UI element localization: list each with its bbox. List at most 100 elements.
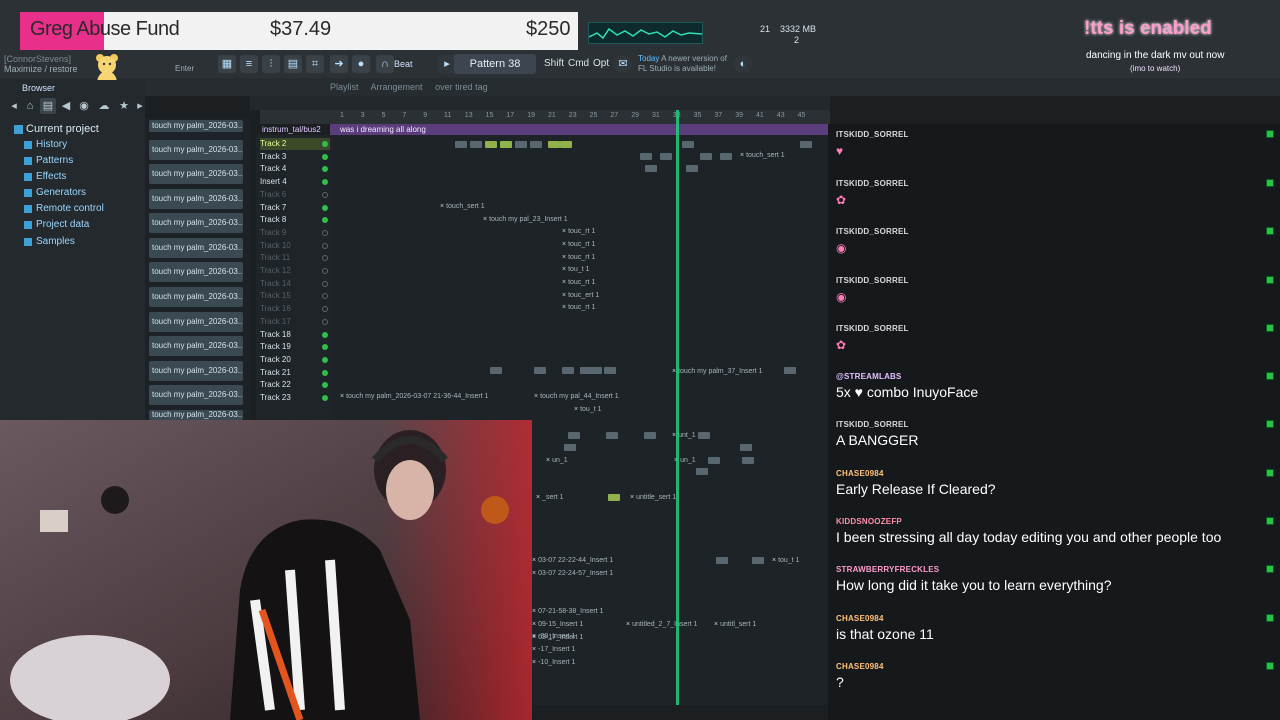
playlist-clip[interactable]: × -17_Insert 1 (532, 646, 575, 654)
clip-close-icon[interactable]: × (483, 216, 487, 223)
pattern-clip[interactable] (752, 557, 764, 564)
playlist-clip[interactable]: × tou_t 1 (574, 406, 602, 414)
clip-close-icon[interactable]: × (714, 621, 718, 628)
pattern-clip[interactable] (530, 141, 542, 148)
clip-close-icon[interactable]: × (626, 621, 630, 628)
clip-close-icon[interactable]: × (574, 406, 578, 413)
pattern-clip[interactable] (564, 444, 576, 451)
playlist-clip[interactable]: ×un_1 (546, 457, 568, 465)
clip-close-icon[interactable]: × (562, 228, 566, 235)
clip-close-icon[interactable]: × (532, 646, 536, 653)
pattern-clip[interactable] (644, 432, 656, 439)
playlist-clip[interactable]: × tou_t 1 (772, 557, 800, 565)
pattern-clip[interactable] (485, 141, 497, 148)
pattern-clip[interactable] (716, 557, 728, 564)
chat-message: ITSKIDD_SORREL ✿ (836, 179, 1274, 207)
pattern-clip[interactable] (604, 367, 616, 374)
playlist-clip[interactable]: × tou_t 1 (562, 266, 590, 274)
clip-close-icon[interactable]: × (562, 241, 566, 248)
pattern-clip[interactable] (455, 141, 467, 148)
pattern-clip[interactable] (534, 367, 546, 374)
pattern-clip[interactable] (562, 367, 574, 374)
playlist-clip[interactable]: × _sert 1 (536, 494, 564, 502)
pattern-clip[interactable] (686, 165, 698, 172)
clip-close-icon[interactable]: × (546, 457, 550, 464)
playlist-clip[interactable]: × 09-15_Insert 1 (532, 621, 583, 629)
pattern-clip[interactable] (698, 432, 710, 439)
playlist-clip[interactable]: × touc_ert 1 (562, 292, 599, 300)
playlist-clip[interactable]: × touch my pal_23_Insert 1 (483, 216, 568, 224)
pattern-clip[interactable] (682, 141, 694, 148)
playhead[interactable] (676, 110, 679, 705)
playlist-clip[interactable]: × touc_rt 1 (562, 279, 595, 287)
pattern-clip[interactable] (515, 141, 527, 148)
clip-close-icon[interactable]: × (532, 570, 536, 577)
pattern-clip[interactable] (560, 141, 572, 148)
pattern-clip[interactable] (645, 165, 657, 172)
clip-close-icon[interactable]: × (562, 279, 566, 286)
playlist-clip[interactable]: × 03-07 22-22-44_Insert 1 (532, 557, 613, 565)
playlist-clip[interactable]: × touc_rt 1 (562, 254, 595, 262)
clip-label: touch_sert 1 (446, 203, 485, 210)
clip-label: tou_t 1 (580, 406, 602, 413)
clip-close-icon[interactable]: × (532, 633, 536, 640)
flower-emote-icon: ✿ (836, 338, 847, 352)
pattern-clip[interactable] (568, 432, 580, 439)
pattern-clip[interactable] (742, 457, 754, 464)
clip-close-icon[interactable]: × (440, 203, 444, 210)
clip-label: tou_t 1 (568, 266, 590, 273)
pattern-clip[interactable] (590, 367, 602, 374)
clip-close-icon[interactable]: × (532, 659, 536, 666)
playlist-clip[interactable]: × touch_sert 1 (440, 203, 485, 211)
clip-close-icon[interactable]: × (740, 152, 744, 159)
pattern-clip[interactable] (470, 141, 482, 148)
pattern-clip[interactable] (640, 153, 652, 160)
playlist-clip[interactable]: × touch my palm_37_Insert 1 (672, 368, 763, 376)
pattern-clip[interactable] (740, 444, 752, 451)
playlist-clip[interactable]: × 03-07 22-24-57_Insert 1 (532, 570, 613, 578)
tts-banner: !tts is enabled (1084, 18, 1212, 39)
clip-close-icon[interactable]: × (532, 557, 536, 564)
clip-close-icon[interactable]: × (772, 557, 776, 564)
pattern-clip[interactable] (500, 141, 512, 148)
playlist-clip[interactable]: × touc_rt 1 (562, 241, 595, 249)
clip-close-icon[interactable]: × (562, 304, 566, 311)
pattern-clip[interactable] (490, 367, 502, 374)
pattern-clip[interactable] (606, 432, 618, 439)
pattern-clip[interactable] (548, 141, 560, 148)
moderator-badge-icon (1266, 662, 1274, 670)
playlist-clip[interactable]: × 07-21-58-38_Insert 1 (532, 608, 603, 616)
pattern-clip[interactable] (708, 457, 720, 464)
clip-label: un_1 (680, 457, 696, 464)
pattern-clip[interactable] (660, 153, 672, 160)
clip-close-icon[interactable]: × (536, 494, 540, 501)
playlist-clip[interactable]: × touc_rt 1 (562, 228, 595, 236)
pattern-clip[interactable] (608, 494, 620, 501)
clip-close-icon[interactable]: × (562, 292, 566, 299)
moderator-badge-icon (1266, 276, 1274, 284)
clip-close-icon[interactable]: × (532, 608, 536, 615)
playlist-clip[interactable]: × -10_Insert 1 (532, 659, 575, 667)
playlist-clip[interactable]: × touch my pal_44_Insert 1 (534, 393, 619, 401)
playlist-clip[interactable]: × touc_rt 1 (562, 304, 595, 312)
playlist-clip[interactable]: × -38_Insert 1 (532, 633, 575, 641)
clip-close-icon[interactable]: × (532, 621, 536, 628)
clip-close-icon[interactable]: × (534, 393, 538, 400)
pattern-clip[interactable] (800, 141, 812, 148)
clip-close-icon[interactable]: × (562, 254, 566, 261)
clip-close-icon[interactable]: × (340, 393, 344, 400)
clip-label: 09-15_Insert 1 (538, 621, 584, 628)
playlist-clip[interactable]: × touch_sert 1 (740, 152, 785, 160)
playlist-clip[interactable]: × untitled_2_7_Insert 1 (626, 621, 697, 629)
pattern-clip[interactable] (784, 367, 796, 374)
clip-label: -17_Insert 1 (538, 646, 576, 653)
pattern-clip[interactable] (696, 468, 708, 475)
clip-label: touc_rt 1 (568, 228, 596, 235)
playlist-clip[interactable]: × untitl_sert 1 (714, 621, 756, 629)
pattern-clip[interactable] (720, 153, 732, 160)
playlist-clip[interactable]: × touch my palm_2026-03-07 21-36-44_Inser… (340, 393, 489, 401)
playlist-clip[interactable]: × untitle_sert 1 (630, 494, 676, 502)
clip-close-icon[interactable]: × (562, 266, 566, 273)
pattern-clip[interactable] (700, 153, 712, 160)
clip-close-icon[interactable]: × (630, 494, 634, 501)
